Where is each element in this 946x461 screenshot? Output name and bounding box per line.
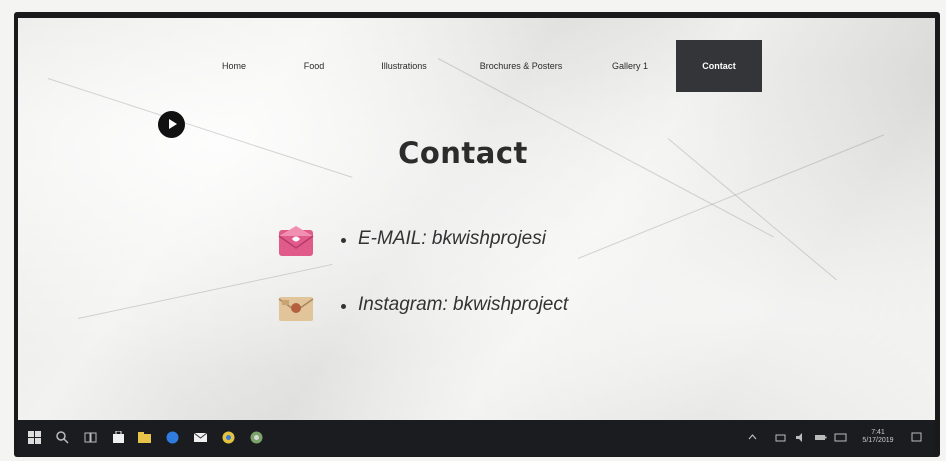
search-icon[interactable] (56, 431, 69, 444)
windows-start-icon[interactable] (28, 431, 41, 444)
instagram-envelope-icon (278, 297, 314, 321)
page-title: Contact (398, 136, 528, 170)
nav-item-gallery[interactable]: Gallery 1 (602, 40, 658, 92)
nav-item-home[interactable]: Home (214, 40, 254, 92)
marble-vein (577, 134, 885, 259)
chrome-icon[interactable] (222, 431, 235, 444)
contact-instagram-text: Instagram: bkwishproject (358, 294, 569, 315)
task-view-icon[interactable] (84, 431, 97, 444)
app-icon[interactable] (250, 431, 263, 444)
mail-icon[interactable] (194, 431, 207, 444)
list-bullet (341, 238, 346, 243)
network-icon[interactable] (774, 431, 787, 444)
store-icon[interactable] (112, 431, 125, 444)
nav-item-brochures-posters[interactable]: Brochures & Posters (476, 40, 566, 92)
nav-item-illustrations[interactable]: Illustrations (368, 40, 440, 92)
taskbar-clock[interactable]: 7:41 5/17/2019 (858, 429, 898, 445)
nav-item-food[interactable]: Food (294, 40, 334, 92)
windows-taskbar: 7:41 5/17/2019 (18, 420, 935, 456)
battery-icon[interactable] (814, 431, 827, 444)
tray-chevron-icon[interactable] (746, 431, 759, 444)
site-navigation: Home Food Illustrations Brochures & Post… (18, 40, 935, 92)
clock-date: 5/17/2019 (862, 437, 894, 444)
list-bullet (341, 304, 346, 309)
clock-time: 7:41 (871, 429, 885, 436)
volume-icon[interactable] (794, 431, 807, 444)
edge-icon[interactable] (166, 431, 179, 444)
marble-vein (667, 138, 837, 281)
language-icon[interactable] (834, 431, 847, 444)
file-explorer-icon[interactable] (138, 431, 151, 444)
play-button[interactable] (158, 111, 185, 138)
contact-email-text: E-MAIL: bkwishprojesi (358, 228, 546, 249)
email-envelope-icon (278, 226, 314, 256)
marble-vein (47, 78, 353, 178)
notifications-icon[interactable] (910, 431, 923, 444)
browser-viewport: Home Food Illustrations Brochures & Post… (18, 18, 935, 436)
nav-item-contact[interactable]: Contact (676, 40, 762, 92)
